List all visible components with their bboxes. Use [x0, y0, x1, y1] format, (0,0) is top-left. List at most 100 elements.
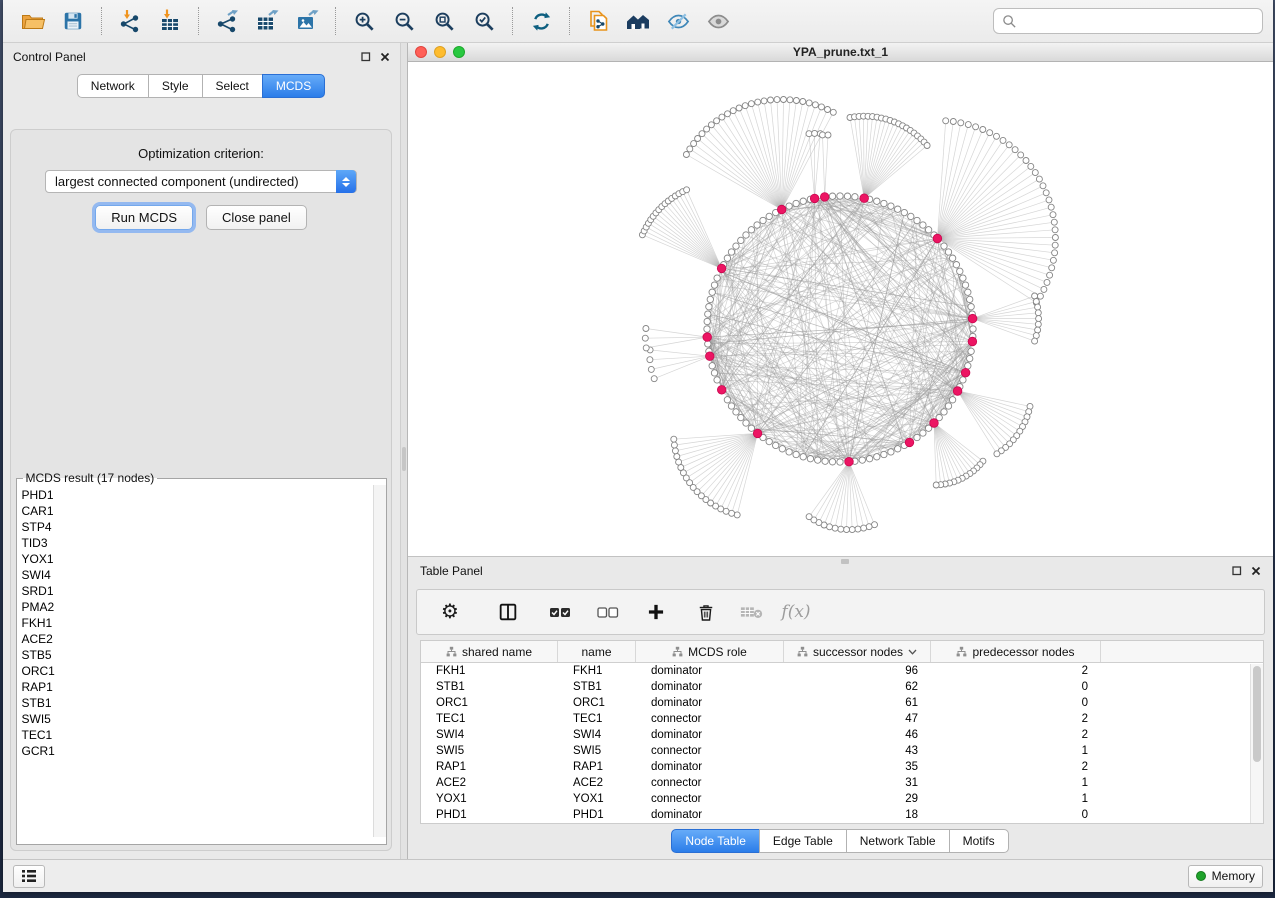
cell-MCDS-role[interactable]: dominator [636, 807, 784, 823]
function-builder-button[interactable]: f(x) [777, 594, 815, 630]
zoom-in-button[interactable] [344, 4, 384, 38]
neighborhood-houses-button[interactable] [618, 4, 658, 38]
table-row[interactable]: SWI4SWI4dominator462 [421, 727, 1263, 743]
horizontal-divider-grip[interactable] [841, 559, 849, 564]
mcds-result-item[interactable]: FKH1 [22, 615, 386, 631]
open-file-button[interactable] [13, 4, 53, 38]
search-input[interactable] [1023, 14, 1254, 28]
cell-successor-nodes[interactable]: 46 [784, 727, 931, 743]
close-panel-button[interactable]: Close panel [206, 205, 307, 230]
cell-shared-name[interactable]: SWI4 [421, 727, 558, 743]
cell-name[interactable]: ORC1 [558, 695, 636, 711]
table-scrollbar[interactable] [1250, 664, 1263, 823]
mcds-result-item[interactable]: SWI4 [22, 567, 386, 583]
cell-shared-name[interactable]: FKH1 [421, 663, 558, 679]
cell-MCDS-role[interactable]: connector [636, 791, 784, 807]
cell-successor-nodes[interactable]: 96 [784, 663, 931, 679]
refresh-view-button[interactable] [521, 4, 561, 38]
show-panel-button[interactable] [698, 4, 738, 38]
mcds-result-item[interactable]: STB5 [22, 647, 386, 663]
tab-motifs[interactable]: Motifs [949, 829, 1009, 853]
cell-shared-name[interactable]: STB1 [421, 679, 558, 695]
cell-MCDS-role[interactable]: dominator [636, 695, 784, 711]
duplicate-network-button[interactable] [578, 4, 618, 38]
network-canvas[interactable] [408, 62, 1273, 556]
mcds-result-item[interactable]: GCR1 [22, 743, 386, 759]
cell-MCDS-role[interactable]: connector [636, 743, 784, 759]
column-header-predecessor-nodes[interactable]: predecessor nodes [931, 641, 1101, 662]
export-table-button[interactable] [247, 4, 287, 38]
table-row[interactable]: STB1STB1dominator620 [421, 679, 1263, 695]
tab-edge-table[interactable]: Edge Table [759, 829, 847, 853]
table-row[interactable]: ORC1ORC1dominator610 [421, 695, 1263, 711]
cell-name[interactable]: SWI5 [558, 743, 636, 759]
cell-predecessor-nodes[interactable]: 2 [931, 727, 1101, 743]
cell-predecessor-nodes[interactable]: 1 [931, 775, 1101, 791]
cell-MCDS-role[interactable]: dominator [636, 759, 784, 775]
divider-grip[interactable] [402, 447, 406, 471]
float-table-panel-icon[interactable] [1232, 566, 1242, 576]
cell-shared-name[interactable]: PHD1 [421, 807, 558, 823]
tab-node-table[interactable]: Node Table [671, 829, 760, 853]
mcds-result-item[interactable]: ORC1 [22, 663, 386, 679]
cell-name[interactable]: RAP1 [558, 759, 636, 775]
table-row[interactable]: RAP1RAP1dominator352 [421, 759, 1263, 775]
cell-predecessor-nodes[interactable]: 0 [931, 695, 1101, 711]
column-header-MCDS-role[interactable]: MCDS role [636, 641, 784, 662]
mcds-result-item[interactable]: RAP1 [22, 679, 386, 695]
mcds-result-item[interactable]: ACE2 [22, 631, 386, 647]
cell-name[interactable]: PHD1 [558, 807, 636, 823]
table-row[interactable]: PHD1PHD1dominator180 [421, 807, 1263, 823]
export-network-button[interactable] [207, 4, 247, 38]
cell-shared-name[interactable]: ORC1 [421, 695, 558, 711]
cell-successor-nodes[interactable]: 35 [784, 759, 931, 775]
tab-mcds[interactable]: MCDS [262, 74, 325, 98]
import-network-button[interactable] [110, 4, 150, 38]
cell-shared-name[interactable]: ACE2 [421, 775, 558, 791]
cell-name[interactable]: SWI4 [558, 727, 636, 743]
tab-network[interactable]: Network [77, 74, 149, 98]
select-all-columns-button[interactable] [541, 594, 579, 630]
column-header-successor-nodes[interactable]: successor nodes [784, 641, 931, 662]
cell-predecessor-nodes[interactable]: 2 [931, 759, 1101, 775]
cell-MCDS-role[interactable]: connector [636, 711, 784, 727]
zoom-fit-button[interactable] [424, 4, 464, 38]
cell-MCDS-role[interactable]: connector [636, 775, 784, 791]
cell-predecessor-nodes[interactable]: 2 [931, 711, 1101, 727]
cell-successor-nodes[interactable]: 43 [784, 743, 931, 759]
mcds-result-item[interactable]: PHD1 [22, 487, 386, 503]
import-table-button[interactable] [150, 4, 190, 38]
cell-successor-nodes[interactable]: 62 [784, 679, 931, 695]
mcds-result-item[interactable]: SRD1 [22, 583, 386, 599]
table-row[interactable]: SWI5SWI5connector431 [421, 743, 1263, 759]
cell-shared-name[interactable]: RAP1 [421, 759, 558, 775]
cell-name[interactable]: FKH1 [558, 663, 636, 679]
cell-predecessor-nodes[interactable]: 0 [931, 807, 1101, 823]
cell-predecessor-nodes[interactable]: 0 [931, 679, 1101, 695]
tab-network-table[interactable]: Network Table [846, 829, 950, 853]
table-row[interactable]: TEC1TEC1connector472 [421, 711, 1263, 727]
cell-predecessor-nodes[interactable]: 1 [931, 743, 1101, 759]
cell-successor-nodes[interactable]: 47 [784, 711, 931, 727]
float-panel-icon[interactable] [361, 52, 371, 62]
tab-select[interactable]: Select [202, 74, 263, 98]
column-header-shared-name[interactable]: shared name [421, 641, 558, 662]
export-image-button[interactable] [287, 4, 327, 38]
vertical-split-divider[interactable] [400, 43, 408, 859]
deselect-all-columns-button[interactable] [589, 594, 627, 630]
mcds-result-item[interactable]: STP4 [22, 519, 386, 535]
cell-successor-nodes[interactable]: 29 [784, 791, 931, 807]
task-history-button[interactable] [13, 865, 45, 888]
cell-name[interactable]: ACE2 [558, 775, 636, 791]
cell-successor-nodes[interactable]: 18 [784, 807, 931, 823]
cell-name[interactable]: TEC1 [558, 711, 636, 727]
cell-name[interactable]: YOX1 [558, 791, 636, 807]
cell-MCDS-role[interactable]: dominator [636, 663, 784, 679]
mcds-result-item[interactable]: STB1 [22, 695, 386, 711]
cell-successor-nodes[interactable]: 61 [784, 695, 931, 711]
mcds-result-item[interactable]: SWI5 [22, 711, 386, 727]
mcds-result-item[interactable]: TEC1 [22, 727, 386, 743]
close-table-panel-icon[interactable] [1251, 566, 1261, 576]
table-row[interactable]: FKH1FKH1dominator962 [421, 663, 1263, 679]
tab-style[interactable]: Style [148, 74, 203, 98]
